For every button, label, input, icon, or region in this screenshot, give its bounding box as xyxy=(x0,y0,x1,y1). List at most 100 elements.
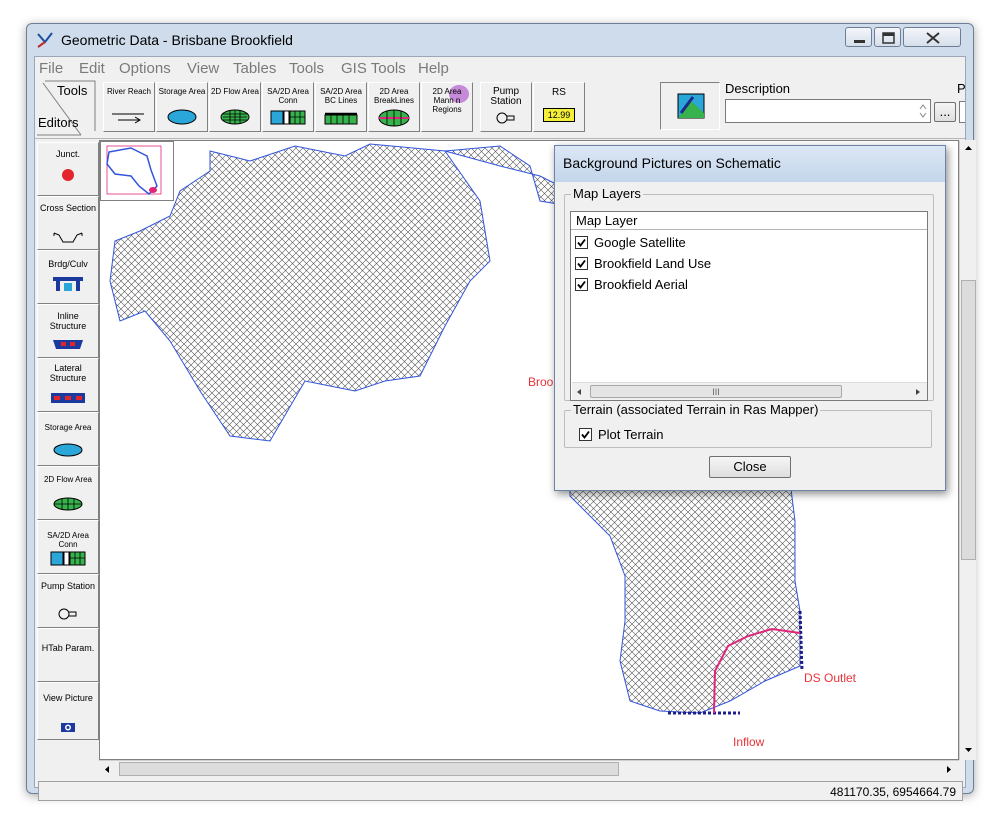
tool-bc-lines[interactable]: SA/2D Area BC Lines xyxy=(315,82,367,132)
map-layers-group: Map Layers Map Layer Google Satellite Br… xyxy=(564,186,934,401)
close-window-button[interactable] xyxy=(903,27,961,47)
sa-conn-icon xyxy=(270,110,306,125)
scroll-left-icon[interactable] xyxy=(576,388,582,396)
overview-minimap[interactable] xyxy=(100,141,174,201)
spin-icon[interactable] xyxy=(918,102,928,120)
editor-storage-area[interactable]: Storage Area xyxy=(37,412,99,466)
map-layers-group-label: Map Layers xyxy=(571,186,643,201)
tool-label: 2D Area Mann n Regions xyxy=(432,87,462,114)
rs-tag-icon: 12.99 xyxy=(543,108,575,122)
scroll-right-icon[interactable] xyxy=(915,388,921,396)
maximize-button[interactable] xyxy=(874,27,901,47)
dialog-title: Background Pictures on Schematic xyxy=(563,155,781,171)
tool-label: 2D Area BreakLines xyxy=(373,87,415,105)
layer-checkbox[interactable] xyxy=(575,257,588,270)
check-icon xyxy=(577,238,586,247)
editor-label: HTab Param. xyxy=(41,643,95,653)
tool-mann-regions[interactable]: 2D Area Mann n Regions xyxy=(421,82,473,132)
sa-conn-icon xyxy=(50,551,86,566)
editor-2d-flow-area[interactable]: 2D Flow Area xyxy=(37,466,99,520)
vertical-scroll-thumb[interactable] xyxy=(961,280,976,560)
bridge-icon xyxy=(53,277,83,291)
map-layers-button[interactable] xyxy=(660,82,720,130)
menu-help[interactable]: Help xyxy=(418,60,449,77)
editor-bridge-culvert[interactable]: Brdg/Culv xyxy=(37,250,99,304)
tool-label: SA/2D Area Conn xyxy=(267,87,309,105)
editor-label: SA/2D Area Conn xyxy=(47,531,89,549)
status-bar: 481170.35, 6954664.79 xyxy=(38,781,963,801)
tool-label: 2D Flow Area xyxy=(210,87,260,96)
menu-tables[interactable]: Tables xyxy=(233,60,276,77)
horizontal-scroll-thumb[interactable] xyxy=(119,762,619,776)
p-field[interactable] xyxy=(959,101,965,123)
description-field[interactable] xyxy=(725,99,931,123)
editor-label: Junct. xyxy=(55,149,80,159)
pump-icon xyxy=(58,608,77,620)
editor-label: Cross Section xyxy=(39,203,97,213)
layer-checkbox[interactable] xyxy=(575,236,588,249)
minimize-button[interactable] xyxy=(845,27,872,47)
editor-junction[interactable]: Junct. xyxy=(37,142,99,196)
editor-sa-2d-conn[interactable]: SA/2D Area Conn xyxy=(37,520,99,574)
vertical-scrollbar[interactable] xyxy=(959,140,976,760)
dialog-title-bar[interactable]: Background Pictures on Schematic xyxy=(555,146,945,182)
tool-pump-station[interactable]: Pump Station xyxy=(480,82,532,132)
minimize-icon xyxy=(854,40,865,43)
plot-terrain-option[interactable]: Plot Terrain xyxy=(579,425,779,445)
editor-cross-section[interactable]: Cross Section xyxy=(37,196,99,250)
maximize-icon xyxy=(882,32,895,44)
layer-label: Brookfield Land Use xyxy=(594,256,712,271)
menu-file[interactable]: File xyxy=(39,60,63,77)
app-icon xyxy=(37,32,53,48)
tool-storage-area[interactable]: Storage Area xyxy=(156,82,208,132)
terrain-group: Terrain (associated Terrain in Ras Mappe… xyxy=(564,402,932,448)
close-button[interactable]: Close xyxy=(709,456,791,478)
tool-river-reach[interactable]: River Reach xyxy=(103,82,155,132)
menu-options[interactable]: Options xyxy=(119,60,171,77)
rs-value: 12.99 xyxy=(547,110,571,120)
scroll-left-icon[interactable] xyxy=(103,765,111,774)
storage-area-icon xyxy=(53,443,83,457)
menu-edit[interactable]: Edit xyxy=(79,60,105,77)
scroll-right-icon[interactable] xyxy=(945,765,953,774)
inline-structure-icon xyxy=(53,340,83,349)
tool-label: SA/2D Area BC Lines xyxy=(320,87,362,105)
menu-gis-tools[interactable]: GIS Tools xyxy=(341,60,406,77)
layer-list-scroll-thumb[interactable]: III xyxy=(590,385,842,398)
editor-inline-structure[interactable]: Inline Structure xyxy=(37,304,99,358)
editor-label: Pump Station xyxy=(40,581,96,591)
editor-label: Storage Area xyxy=(44,423,92,432)
editor-label: Inline Structure xyxy=(49,311,87,331)
tool-label: Pump Station xyxy=(490,86,522,107)
menu-bar: File Edit Options View Tables Tools GIS … xyxy=(35,57,965,79)
arrow-icon xyxy=(112,113,144,124)
map-layer-list[interactable]: Map Layer Google Satellite Brookfield La… xyxy=(570,211,928,401)
p-label: P xyxy=(957,81,966,96)
editor-htab-param[interactable]: HTab Param. xyxy=(37,628,99,682)
tool-sa-2d-conn[interactable]: SA/2D Area Conn xyxy=(262,82,314,132)
layer-list-hscrollbar[interactable]: III xyxy=(572,382,927,400)
editors-sidebar: Junct. Cross Section Brdg/Culv Inline St… xyxy=(35,140,99,758)
menu-tools[interactable]: Tools xyxy=(289,60,324,77)
check-icon xyxy=(577,280,586,289)
map-layer-column-header[interactable]: Map Layer xyxy=(571,212,927,230)
tool-rs[interactable]: RS 12.99 xyxy=(533,82,585,132)
editor-lateral-structure[interactable]: Lateral Structure xyxy=(37,358,99,412)
description-browse-button[interactable]: ... xyxy=(934,102,956,122)
scroll-down-icon[interactable] xyxy=(964,746,973,754)
window-title: Geometric Data - Brisbane Brookfield xyxy=(61,32,293,48)
editor-pump-station[interactable]: Pump Station xyxy=(37,574,99,628)
editor-view-picture[interactable]: View Picture xyxy=(37,682,99,740)
title-bar[interactable]: Geometric Data - Brisbane Brookfield xyxy=(27,24,973,56)
ds-outlet-label: DS Outlet xyxy=(804,671,857,685)
tool-2d-flow-area[interactable]: 2D Flow Area xyxy=(209,82,261,132)
horizontal-scrollbar[interactable] xyxy=(99,760,959,777)
menu-view[interactable]: View xyxy=(187,60,219,77)
terrain-group-label: Terrain (associated Terrain in Ras Mappe… xyxy=(571,402,821,417)
description-label: Description xyxy=(725,81,791,96)
tools-editors-header: Tools Editors xyxy=(35,79,97,137)
scroll-up-icon[interactable] xyxy=(964,144,973,152)
tool-breaklines[interactable]: 2D Area BreakLines xyxy=(368,82,420,132)
layer-checkbox[interactable] xyxy=(575,278,588,291)
plot-terrain-checkbox[interactable] xyxy=(579,428,592,441)
